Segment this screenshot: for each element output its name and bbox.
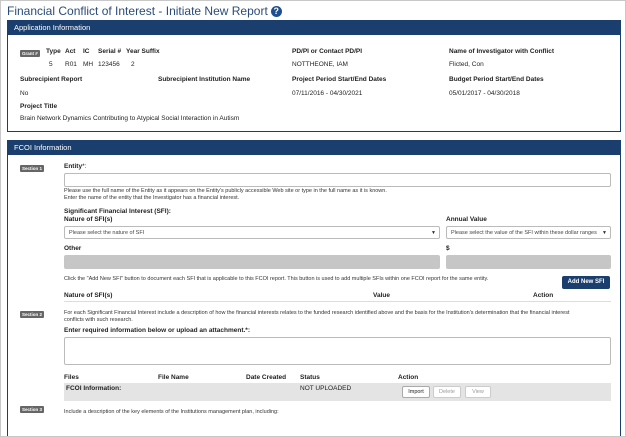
project-period-value: 07/11/2016 - 04/30/2021 (292, 90, 363, 97)
page-title: Financial Conflict of Interest - Initiat… (7, 4, 282, 18)
ic-label: IC (83, 48, 90, 55)
entity-help-2: Enter the name of the entity that the In… (64, 195, 240, 201)
grant-badge: Grant # (20, 50, 40, 57)
dollar-label: $ (446, 245, 450, 252)
col-value-header: Value (373, 292, 390, 299)
act-label: Act (65, 48, 76, 55)
pd-value: NOTTHEONE, IAM (292, 61, 348, 68)
fcoi-information-file-label: FCOI Information: (66, 385, 122, 392)
action-header: Action (398, 374, 419, 381)
delete-button[interactable]: Delete (433, 386, 461, 398)
entity-required-marker: *: (82, 163, 87, 170)
sub-inst-label: Subrecipient Institution Name (158, 76, 251, 83)
entity-help-1: Please use the full name of the Entity a… (64, 188, 387, 194)
suffix-value: 2 (131, 61, 135, 68)
project-period-label: Project Period Start/End Dates (292, 76, 387, 83)
section2-badge: Section 2 (20, 311, 44, 318)
required-label-text: Enter required information below or uplo… (64, 327, 246, 334)
chevron-down-icon: ▼ (431, 230, 436, 236)
serial-value: 123456 (98, 61, 120, 68)
pd-label: PD/PI or Contact PD/PI (292, 48, 363, 55)
suffix-label: Year Suffix (126, 48, 160, 55)
entity-label-text: Entity (64, 163, 83, 170)
page-title-text: Financial Conflict of Interest - Initiat… (7, 4, 268, 18)
status-header: Status (300, 374, 320, 381)
file-name-header: File Name (158, 374, 189, 381)
ic-value: MH (83, 61, 94, 68)
help-icon[interactable]: ? (270, 5, 282, 17)
other-input[interactable] (64, 255, 440, 269)
project-title-label: Project Title (20, 103, 58, 110)
sfi-table-divider (64, 301, 611, 302)
col-nature-header: Nature of SFI(s) (64, 292, 113, 299)
section3-text: Include a description of the key element… (64, 409, 279, 415)
description-textarea[interactable] (64, 337, 611, 365)
view-button[interactable]: View (465, 386, 491, 398)
serial-label: Serial # (98, 48, 122, 55)
annual-label: Annual Value (446, 216, 487, 223)
import-button[interactable]: Import (402, 386, 430, 398)
upload-status: NOT UPLOADED (300, 385, 352, 392)
sfi-label: Significant Financial Interest (SFI): (64, 208, 171, 215)
application-panel: Application Information Grant # Type Act… (7, 20, 621, 132)
nature-select[interactable]: Please select the nature of SFI ▼ (64, 226, 440, 239)
entity-input[interactable] (64, 173, 611, 187)
budget-period-label: Budget Period Start/End Dates (449, 76, 544, 83)
files-label: Files (64, 374, 79, 381)
section1-badge: Section 1 (20, 165, 44, 172)
required-marker: *: (245, 327, 250, 334)
annual-select-text: Please select the value of the SFI withi… (451, 230, 597, 236)
act-value: R01 (65, 61, 77, 68)
chevron-down-icon: ▼ (602, 230, 607, 236)
project-title-value: Brain Network Dynamics Contributing to A… (20, 115, 240, 122)
date-created-header: Date Created (246, 374, 287, 381)
dollar-input[interactable] (446, 255, 611, 269)
application-panel-header: Application Information (8, 21, 620, 35)
subrecipient-label: Subrecipient Report (20, 76, 83, 83)
type-label: Type (46, 48, 61, 55)
nature-select-text: Please select the nature of SFI (69, 230, 145, 236)
other-label: Other (64, 245, 82, 252)
add-sfi-help: Click the "Add New SFI" button to docume… (64, 276, 489, 282)
nature-label: Nature of SFI(s) (64, 216, 113, 223)
add-new-sfi-button[interactable]: Add New SFI (562, 276, 610, 289)
col-action-header: Action (533, 292, 554, 299)
type-value: 5 (49, 61, 53, 68)
fcoi-panel: FCOI Information Section 1 Entity*: Plea… (7, 140, 621, 436)
subrecipient-value: No (20, 90, 29, 97)
required-label: Enter required information below or uplo… (64, 327, 250, 334)
investigator-value: Flicted, Con (449, 61, 484, 68)
fcoi-panel-header: FCOI Information (8, 141, 620, 155)
annual-select[interactable]: Please select the value of the SFI withi… (446, 226, 611, 239)
entity-label: Entity*: (64, 163, 86, 170)
budget-period-value: 05/01/2017 - 04/30/2018 (449, 90, 520, 97)
section3-badge: Section 3 (20, 406, 44, 413)
investigator-label: Name of Investigator with Conflict (449, 48, 555, 55)
section2-text: For each Significant Financial Interest … (64, 310, 570, 323)
